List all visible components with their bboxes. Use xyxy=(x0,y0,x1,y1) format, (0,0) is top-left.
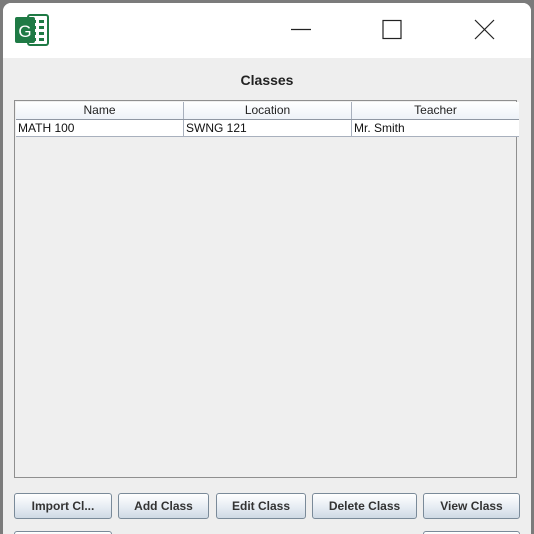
page-title: Classes xyxy=(240,72,294,88)
column-header-location[interactable]: Location xyxy=(184,102,352,119)
table-header: Name Location Teacher xyxy=(16,102,519,120)
column-header-name[interactable]: Name xyxy=(16,102,184,119)
edit-class-button[interactable]: Edit Class xyxy=(216,493,306,519)
add-class-button[interactable]: Add Class xyxy=(118,493,209,519)
cell-name[interactable]: MATH 100 xyxy=(16,120,184,136)
title-bar: G xyxy=(3,3,531,58)
minimize-button[interactable] xyxy=(281,13,321,47)
table-row[interactable]: MATH 100 SWNG 121 Mr. Smith xyxy=(16,120,519,137)
close-icon xyxy=(474,19,495,40)
column-header-teacher[interactable]: Teacher xyxy=(352,102,519,119)
svg-text:G: G xyxy=(18,22,31,41)
close-button[interactable] xyxy=(465,13,505,47)
minimize-icon xyxy=(291,28,311,31)
delete-class-button[interactable]: Delete Class xyxy=(312,493,417,519)
import-class-button[interactable]: Import Cl... xyxy=(14,493,112,519)
view-class-button[interactable]: View Class xyxy=(423,493,520,519)
spreadsheet-app-icon: G xyxy=(14,13,50,47)
cell-location[interactable]: SWNG 121 xyxy=(184,120,352,136)
classes-window: G Classes Name Location Teacher MATH 100… xyxy=(3,3,531,534)
table-body: MATH 100 SWNG 121 Mr. Smith xyxy=(16,120,519,137)
classes-table[interactable]: Name Location Teacher MATH 100 SWNG 121 … xyxy=(14,100,519,478)
maximize-icon xyxy=(382,19,402,40)
maximize-button[interactable] xyxy=(372,13,412,47)
cell-teacher[interactable]: Mr. Smith xyxy=(352,120,519,136)
